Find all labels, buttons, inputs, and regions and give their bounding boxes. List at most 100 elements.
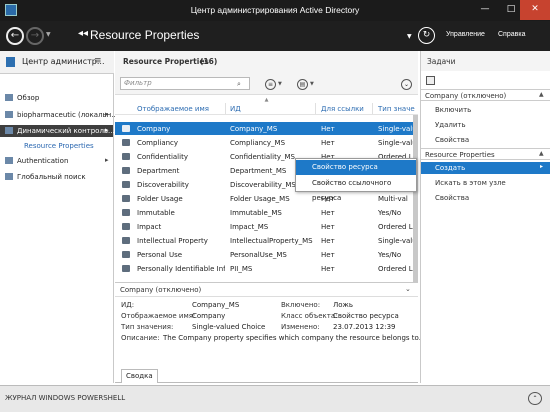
refresh-icon[interactable]: ↻ [418,27,435,44]
collapse-icon[interactable]: ▲ [539,150,544,157]
object-class-label: Класс объекта: [281,312,338,320]
task-node-properties[interactable]: Свойства [421,192,550,204]
grid-column-header: Отображаемое имя ИД Для ссылки Тип значе [115,102,418,115]
resource-property-icon [122,167,130,174]
menu-item-reference-resource-property[interactable]: Свойство ссылочного ресурса [296,176,416,202]
search-icon[interactable]: ⌕ [237,80,241,89]
task-create[interactable]: Создать ▸ [421,162,550,174]
details-pane: Company (отключено) ⌄ ИД: Company_MS Ото… [115,282,421,383]
list-header: Resource Properties (16) [115,51,418,73]
tasks-pane-icon[interactable] [426,76,435,85]
task-delete[interactable]: Удалить [421,119,550,131]
id-label: ИД: [121,301,135,309]
nav-header: Центр администр... ≡ [0,51,114,74]
table-row[interactable]: Impact Impact_MS Нет Ordered Li [115,220,413,233]
column-divider[interactable] [315,103,316,114]
table-row[interactable]: Company Company_MS Нет Single-valu [115,122,413,135]
resource-property-icon [122,125,130,132]
modified-label: Изменено: [281,323,320,331]
column-display-name[interactable]: Отображаемое имя [137,105,209,113]
submenu-arrow-icon: ▸ [540,163,544,170]
details-header: Company (отключено) ⌄ [115,283,418,297]
expand-filter-icon[interactable]: ⌄ [401,79,412,90]
history-dropdown-icon[interactable]: ▼ [46,31,51,38]
domain-icon [5,111,13,118]
table-row[interactable]: Intellectual Property IntellectualProper… [115,234,413,247]
resource-property-icon [122,181,130,188]
nav-item-authentication[interactable]: Authentication ▸ [0,155,113,167]
view-options-icon[interactable]: ≡ [265,79,276,90]
powershell-history-label: ЖУРНАЛ WINDOWS POWERSHELL [5,394,126,402]
expand-arrow-icon[interactable]: ▸ [105,110,109,118]
table-row[interactable]: Personal Use PersonalUse_MS Нет Yes/No [115,248,413,261]
nav-item-domain[interactable]: biopharmaceutic (локальн... ▸ [0,109,118,121]
nav-item-dynamic-access-control[interactable]: Динамический контроль... ▸ [0,125,115,137]
nav-item-overview[interactable]: Обзор [0,92,113,104]
minimize-button[interactable]: — [472,0,498,20]
description-value: The Company property specifies which com… [163,334,421,342]
column-divider[interactable] [372,103,373,114]
breadcrumb-chevron-icon[interactable]: ◂◂ [78,28,88,39]
expand-up-icon[interactable]: ⌃ [528,392,542,405]
task-search-in-node[interactable]: Искать в этом узле [421,177,550,189]
table-row[interactable]: Immutable Immutable_MS Нет Yes/No [115,206,413,219]
resource-property-icon [122,209,130,216]
nav-item-global-search[interactable]: Глобальный поиск [0,171,113,183]
resource-property-icon [122,265,130,272]
column-value-type[interactable]: Тип значе [378,105,415,113]
table-row[interactable]: Compliancy Compliancy_MS Нет Single-valu [115,136,413,149]
save-query-icon[interactable]: ▤ [297,79,308,90]
view-dropdown-icon[interactable]: ▼ [278,81,282,87]
overview-icon [5,94,13,101]
expand-arrow-icon[interactable]: ▸ [105,126,109,134]
enabled-label: Включено: [281,301,321,309]
description-label: Описание: [121,334,160,342]
back-arrow-icon[interactable]: ← [6,27,24,45]
table-row[interactable]: Folder Usage Folder Usage_MS Нет Multi-v… [115,192,413,205]
navigation-pane: Центр администр... ≡ Обзор biopharmaceut… [0,51,118,383]
window-title: Центр администрирования Active Directory [190,5,360,15]
list-pane: Resource Properties (16) Фильтр ⌕ ≡ ▼ ▤ … [115,51,421,383]
breadcrumb-title: Resource Properties [90,28,200,42]
task-enable[interactable]: Включить [421,104,550,116]
display-name-label: Отображаемое имя: [121,312,196,320]
task-properties[interactable]: Свойства [421,134,550,146]
modified-value: 23.07.2013 12:39 [333,323,396,331]
column-id[interactable]: ИД [230,105,241,113]
close-button[interactable]: ✕ [520,0,550,20]
breadcrumb-dropdown-icon[interactable]: ▼ [407,33,412,40]
details-title: Company (отключено) [120,286,202,294]
resource-property-icon [122,139,130,146]
tasks-header: Задачи [421,51,550,71]
list-toolbar: Фильтр ⌕ ≡ ▼ ▤ ▼ ⌄ [115,73,418,95]
ad-center-icon [6,57,15,67]
tasks-pane: Задачи Company (отключено) ▲ Включить Уд… [420,51,550,383]
resource-property-icon [122,153,130,160]
nav-view-toggle-icon[interactable]: ≡ [94,56,102,66]
tasks-section-resource-properties[interactable]: Resource Properties ▲ [421,148,550,160]
window-titlebar: Центр администрирования Active Directory… [0,0,550,21]
filter-input[interactable]: Фильтр [120,77,250,90]
list-title: Resource Properties [123,57,209,66]
expand-arrow-icon[interactable]: ▸ [105,156,109,164]
resource-property-icon [122,251,130,258]
tab-summary[interactable]: Сводка [121,369,158,383]
collapse-icon[interactable]: ▲ [539,91,544,98]
nav-item-resource-properties[interactable]: Resource Properties [24,142,94,150]
query-dropdown-icon[interactable]: ▼ [310,81,314,87]
dac-icon [5,127,13,134]
tasks-section-company[interactable]: Company (отключено) ▲ [421,89,550,101]
column-divider[interactable] [225,103,226,114]
help-menu[interactable]: Справка [498,31,525,38]
resource-property-icon [122,223,130,230]
table-row[interactable]: Personally Identifiable Info... PII_MS Н… [115,262,413,275]
id-value: Company_MS [192,301,240,309]
powershell-history-bar[interactable]: ЖУРНАЛ WINDOWS POWERSHELL ⌃ [0,385,550,412]
collapse-details-icon[interactable]: ⌄ [405,285,411,293]
forward-arrow-icon[interactable]: → [26,27,44,45]
list-count: (16) [200,57,218,66]
menu-item-resource-property[interactable]: Свойство ресурса [296,160,416,175]
manage-menu[interactable]: Управление [446,31,485,38]
column-for-reference[interactable]: Для ссылки [321,105,364,113]
search-icon [5,173,13,180]
